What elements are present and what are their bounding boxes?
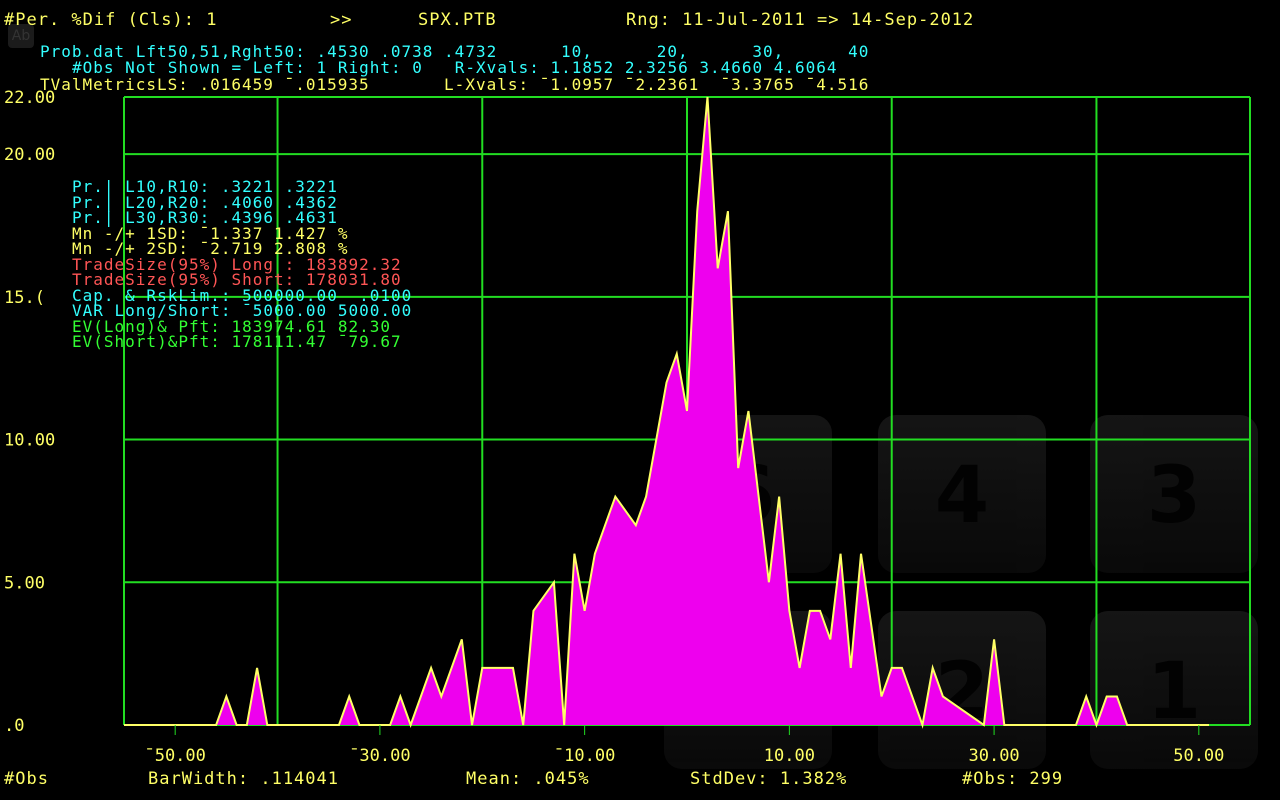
y-tick-label: 5.00 [4, 573, 45, 593]
x-tick-label: ¯30.00 [349, 746, 410, 766]
footer-barwidth: BarWidth: .114041 [148, 769, 339, 789]
y-tick-label: 15.( [4, 288, 45, 308]
footer-mean: Mean: .045% [466, 769, 590, 789]
header-obs-not-shown: #Obs Not Shown = Left: 1 Right: 0 R-Xval… [72, 58, 838, 77]
y-tick-label: 20.00 [4, 145, 55, 165]
header-range: Rng: 11-Jul-2011 => 14-Sep-2012 [626, 10, 975, 30]
footer-obs-label: #Obs [4, 769, 49, 789]
y-tick-label: 10.00 [4, 431, 55, 451]
histogram-chart: .05.0010.0015.(20.0022.00¯50.00 ¯30.00 ¯10… [4, 88, 1251, 766]
footer-stddev: StdDev: 1.382% [690, 769, 848, 789]
x-tick-label: ¯10.00 [554, 746, 615, 766]
stats-line: EV(Short)&Pft: 178111.47 ¯79.67 [72, 332, 402, 351]
x-tick-label: ¯50.00 [144, 746, 205, 766]
x-tick-label: 50.00 [1173, 746, 1224, 766]
x-tick-label: 10.00 [764, 746, 815, 766]
header-symbol: SPX.PTB [418, 10, 497, 30]
x-tick-label: 30.00 [968, 746, 1019, 766]
header-arrow: >> [330, 10, 353, 30]
y-tick-label: .0 [4, 716, 24, 736]
header-tval-metrics: TValMetricsLS: .016459 ¯.015935 L-Xvals:… [40, 75, 870, 94]
footer-nobs: #Obs: 299 [962, 769, 1064, 789]
header-period: #Per. %Dif (Cls): 1 [4, 10, 218, 30]
